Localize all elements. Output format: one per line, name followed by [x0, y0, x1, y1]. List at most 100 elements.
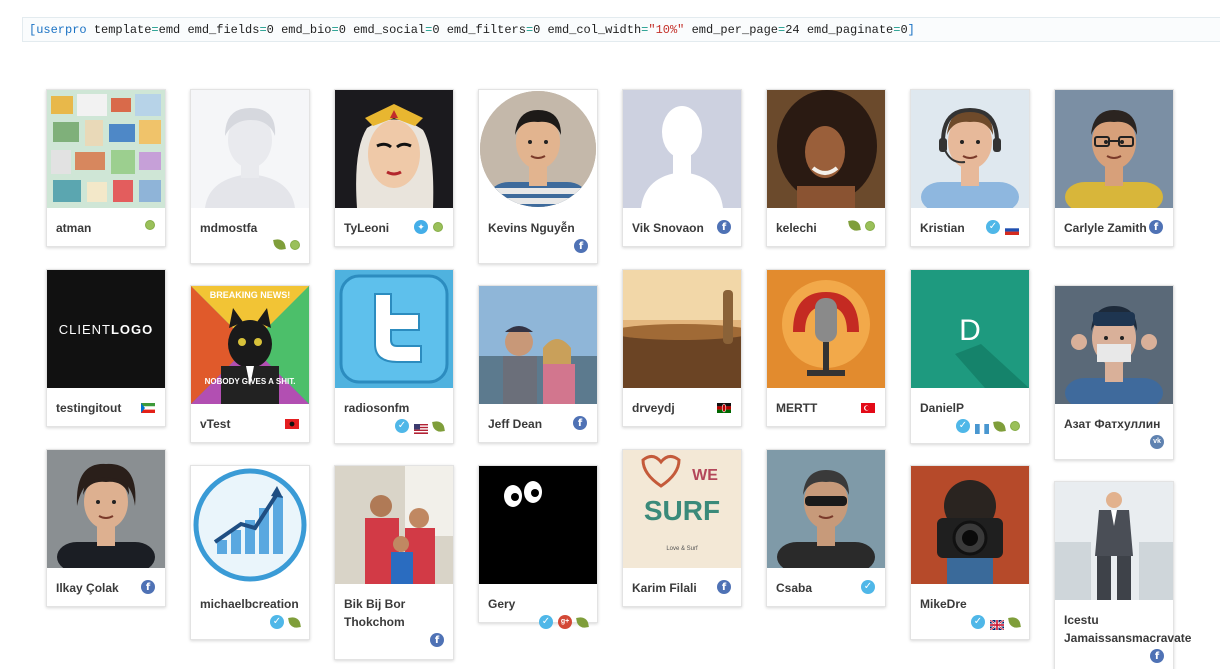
member-card[interactable]: MERTT [766, 269, 886, 427]
shortcode-close: ] [907, 23, 915, 37]
member-info: DanielP ✓ [911, 388, 1029, 439]
member-card[interactable]: D DanielP ✓ [910, 269, 1030, 444]
member-photo[interactable] [335, 90, 453, 208]
svg-text:BREAKING NEWS!: BREAKING NEWS! [210, 290, 291, 300]
member-photo[interactable]: CLIENTLOGO [47, 270, 165, 388]
member-card[interactable]: Carlyle Zamith f [1054, 89, 1174, 247]
member-photo[interactable] [767, 270, 885, 388]
member-card[interactable]: Gery ✓ g+ [478, 465, 598, 629]
member-photo[interactable] [623, 90, 741, 208]
member-badges: f [717, 220, 731, 234]
member-name[interactable]: michaelbcreation [200, 584, 300, 613]
member-card[interactable]: atman [46, 89, 166, 247]
member-info: MikeDre ✓ [911, 584, 1029, 635]
member-photo[interactable] [335, 270, 453, 388]
member-card[interactable]: Kevins Nguyễn f [478, 89, 598, 264]
member-badges [141, 400, 155, 413]
member-card[interactable]: mdmostfa [190, 89, 310, 264]
member-photo[interactable] [191, 90, 309, 208]
member-badges: f [344, 631, 444, 653]
member-info: Ilkay Çolak f [47, 568, 165, 597]
member-name[interactable]: Азат Фатхуллин [1064, 404, 1164, 433]
member-card[interactable]: radiosonfm ✓ [334, 269, 454, 444]
shortcode-equals: = [259, 23, 267, 37]
facebook-icon[interactable]: f [1149, 220, 1163, 234]
member-name[interactable]: Gery [488, 584, 588, 613]
member-card[interactable]: WE SURF Love & Surf Karim Filali f [622, 449, 742, 607]
member-card[interactable]: Vik Snovaon f [622, 89, 742, 247]
member-info: radiosonfm ✓ [335, 388, 453, 439]
facebook-icon[interactable]: f [717, 580, 731, 594]
member-info: Bik Bij Bor Thokchom f [335, 584, 453, 653]
member-info: Kevins Nguyễn f [479, 208, 597, 259]
member-name[interactable]: atman [56, 208, 156, 237]
flag-turkey [861, 400, 875, 413]
member-card[interactable]: TyLeoni ✦ [334, 89, 454, 247]
facebook-icon[interactable]: f [574, 239, 588, 253]
member-badges: f [141, 580, 155, 594]
member-card[interactable]: Icestu Jamaissansmacravate f [1054, 481, 1191, 669]
facebook-icon[interactable]: f [141, 580, 155, 594]
member-photo[interactable] [623, 270, 741, 388]
member-card[interactable]: Bik Bij Bor Thokchom f [334, 465, 454, 660]
shortcode-key: emd_social [353, 23, 426, 37]
member-info: TyLeoni ✦ [335, 208, 453, 237]
member-photo[interactable] [479, 286, 597, 404]
shortcode-value: 24 [785, 23, 807, 37]
facebook-icon[interactable]: f [717, 220, 731, 234]
member-name[interactable]: Icestu Jamaissansmacravate [1064, 600, 1191, 647]
member-photo[interactable] [191, 466, 309, 584]
member-badges [717, 400, 731, 413]
member-name[interactable]: DanielP [920, 388, 1020, 417]
facebook-icon[interactable]: f [430, 633, 444, 647]
vk-icon[interactable]: vk [1150, 435, 1164, 449]
member-photo[interactable] [47, 90, 165, 208]
member-photo[interactable] [767, 90, 885, 208]
member-photo[interactable]: D [911, 270, 1029, 388]
member-photo[interactable] [335, 466, 453, 584]
member-photo[interactable] [1055, 90, 1173, 208]
member-card[interactable]: BREAKING NEWS! NOBODY GIVES A SHIT. vTest [190, 285, 310, 443]
member-name[interactable]: MikeDre [920, 584, 1020, 613]
facebook-icon[interactable]: f [1150, 649, 1164, 663]
member-photo[interactable] [911, 90, 1029, 208]
member-card[interactable]: Азат Фатхуллин vk [1054, 285, 1174, 460]
member-card[interactable]: kelechi [766, 89, 886, 247]
member-card[interactable]: michaelbcreation ✓ [190, 465, 310, 640]
member-photo[interactable] [479, 90, 597, 208]
member-name[interactable]: mdmostfa [200, 208, 300, 237]
member-info: Csaba ✓ [767, 568, 885, 597]
member-info: michaelbcreation ✓ [191, 584, 309, 635]
member-card[interactable]: Ilkay Çolak f [46, 449, 166, 607]
shortcode-value: 0 [900, 23, 908, 37]
member-info: vTest [191, 404, 309, 433]
member-name[interactable]: Kevins Nguyễn [488, 208, 588, 237]
member-photo[interactable] [479, 466, 597, 584]
member-card[interactable]: MikeDre ✓ [910, 465, 1030, 640]
member-badges [861, 400, 875, 413]
member-photo[interactable] [47, 450, 165, 568]
shortcode-key: template [93, 23, 152, 37]
twitter-icon[interactable]: ✦ [414, 220, 428, 234]
verified-icon: ✓ [986, 220, 1000, 234]
leaf-icon [432, 419, 445, 433]
member-card[interactable]: Kristian ✓ [910, 89, 1030, 247]
member-photo[interactable] [1055, 286, 1173, 404]
google-plus-icon[interactable]: g+ [558, 615, 572, 629]
member-photo[interactable]: BREAKING NEWS! NOBODY GIVES A SHIT. [191, 286, 309, 404]
member-name[interactable]: Bik Bij Bor Thokchom [344, 584, 444, 631]
verified-icon: ✓ [270, 615, 284, 629]
member-name[interactable]: radiosonfm [344, 388, 444, 417]
member-card[interactable]: Jeff Dean f [478, 285, 598, 443]
member-badges: ✦ [414, 220, 443, 234]
member-card[interactable]: drveydj [622, 269, 742, 427]
member-card[interactable]: CLIENTLOGO testingitout [46, 269, 166, 427]
leaf-icon [848, 219, 861, 232]
member-card[interactable]: Csaba ✓ [766, 449, 886, 607]
member-photo[interactable] [1055, 482, 1173, 600]
member-photo[interactable] [767, 450, 885, 568]
member-photo[interactable] [911, 466, 1029, 584]
member-photo[interactable]: WE SURF Love & Surf [623, 450, 741, 568]
member-badges: f [573, 416, 587, 430]
facebook-icon[interactable]: f [573, 416, 587, 430]
